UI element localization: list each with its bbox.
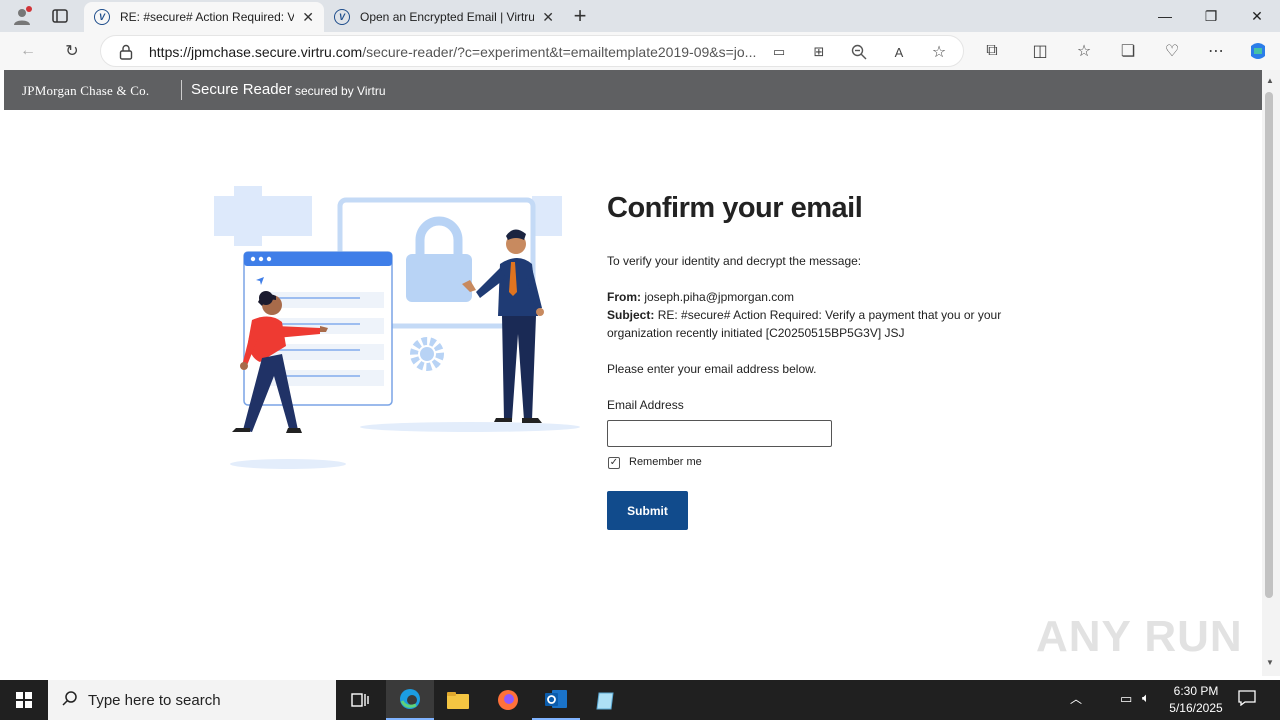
apps-icon[interactable]: ⊞ <box>807 40 831 64</box>
clock-date: 5/16/2025 <box>1169 701 1223 715</box>
brand-header: JPMorgan Chase & Co. Secure Reader secur… <box>4 70 1262 110</box>
secure-reader-title: Secure Reader <box>191 81 292 98</box>
browser-title-bar: V RE: #secure# Action Required: Ve ✕ V O… <box>0 0 1280 32</box>
jpmorgan-logo: JPMorgan Chase & Co. <box>22 83 150 98</box>
search-icon <box>62 690 78 710</box>
show-hidden-icons[interactable]: ︿ <box>1070 690 1082 707</box>
submit-button[interactable]: Submit <box>607 491 688 530</box>
minimize-button[interactable]: — <box>1142 0 1188 32</box>
search-placeholder: Type here to search <box>88 691 221 709</box>
windows-start-icon[interactable] <box>0 680 48 720</box>
anyrun-watermark: ANY RUN <box>1036 612 1243 661</box>
prompt-text: Please enter your email address below. <box>607 362 817 376</box>
lock-icon[interactable] <box>119 44 133 60</box>
refresh-icon[interactable]: ↻ <box>60 39 84 63</box>
extensions-icon[interactable]: ⧉ <box>980 39 1004 63</box>
clock-time: 6:30 PM <box>1173 684 1219 698</box>
tab-title: RE: #secure# Action Required: Ve <box>120 10 295 24</box>
favorites-icon[interactable]: ☆ <box>1072 39 1096 63</box>
read-aloud-icon[interactable]: A <box>887 40 911 64</box>
scroll-down-icon[interactable]: ▼ <box>1266 658 1274 667</box>
tab-open-encrypted-email[interactable]: V Open an Encrypted Email | Virtru ✕ <box>324 2 564 32</box>
collections-icon[interactable]: ❏ <box>1116 39 1140 63</box>
url-path: /secure-reader/?c=experiment&t=emailtemp… <box>362 44 757 60</box>
new-tab-icon[interactable]: + <box>568 4 592 28</box>
from-value: joseph.piha@jpmorgan.com <box>644 290 794 304</box>
back-icon[interactable]: ← <box>16 39 40 63</box>
tab-actions-icon[interactable] <box>52 8 68 24</box>
file-explorer-icon[interactable] <box>434 680 482 720</box>
network-icon[interactable]: ▭ <box>1120 691 1132 707</box>
remember-me-label: Remember me <box>629 456 702 468</box>
page-title: Confirm your email <box>607 192 863 224</box>
tab-secure-message[interactable]: V RE: #secure# Action Required: Ve ✕ <box>84 2 324 32</box>
edge-taskbar-icon[interactable] <box>386 680 434 720</box>
close-window-button[interactable]: ✕ <box>1234 0 1280 32</box>
intro-text: To verify your identity and decrypt the … <box>607 254 862 268</box>
address-bar[interactable]: https://jpmchase.secure.virtru.com/secur… <box>100 35 964 67</box>
secured-by-virtru: secured by Virtru <box>295 84 386 98</box>
devices-icon[interactable]: ▭ <box>767 40 791 64</box>
notification-icon[interactable] <box>1238 690 1256 707</box>
windows-taskbar: Type here to search ︿ ▭ 🔈︎ 6:30 PM 5/16/… <box>0 680 1280 720</box>
firefox-icon[interactable] <box>484 680 532 720</box>
scrollbar-thumb[interactable] <box>1265 92 1273 598</box>
subject-label: Subject: <box>607 308 655 322</box>
virtru-favicon-icon: V <box>334 9 350 25</box>
tab-title: Open an Encrypted Email | Virtru <box>360 10 535 24</box>
profile-icon[interactable] <box>12 6 32 26</box>
taskbar-search-box[interactable]: Type here to search <box>48 680 336 720</box>
notepad-icon[interactable] <box>582 680 630 720</box>
header-divider <box>181 80 182 100</box>
performance-icon[interactable]: ♡ <box>1160 39 1184 63</box>
restore-button[interactable]: ❐ <box>1188 0 1234 32</box>
volume-icon[interactable]: 🔈︎ <box>1142 690 1150 706</box>
more-menu-icon[interactable]: ⋯ <box>1204 39 1228 63</box>
system-clock[interactable]: 6:30 PM 5/16/2025 <box>1160 683 1232 717</box>
close-tab-icon[interactable]: ✕ <box>542 9 554 26</box>
task-view-icon[interactable] <box>336 680 384 720</box>
outlook-icon[interactable] <box>532 680 580 720</box>
email-address-label: Email Address <box>607 398 684 412</box>
scroll-up-icon[interactable]: ▲ <box>1266 76 1274 85</box>
page-viewport: JPMorgan Chase & Co. Secure Reader secur… <box>4 70 1262 676</box>
url-host: https://jpmchase.secure.virtru.com <box>149 44 363 60</box>
from-label: From: <box>607 290 641 304</box>
url-text[interactable]: https://jpmchase.secure.virtru.com/secur… <box>149 44 759 60</box>
from-line: From: joseph.piha@jpmorgan.com <box>607 288 1027 306</box>
split-screen-icon[interactable]: ◫ <box>1028 39 1052 63</box>
browser-toolbar: ← ↻ https://jpmchase.secure.virtru.com/s… <box>0 32 1280 70</box>
copilot-icon[interactable] <box>1246 39 1270 63</box>
virtru-favicon-icon: V <box>94 9 110 25</box>
illustration <box>214 186 580 469</box>
remember-me-checkbox[interactable]: ✓ <box>608 457 620 469</box>
favorite-star-icon[interactable]: ☆ <box>927 40 951 64</box>
close-tab-icon[interactable]: ✕ <box>302 9 314 26</box>
subject-line: Subject: RE: #secure# Action Required: V… <box>607 306 1027 342</box>
subject-value: RE: #secure# Action Required: Verify a p… <box>607 308 1002 340</box>
email-address-input[interactable] <box>607 420 832 447</box>
zoom-icon[interactable] <box>847 40 871 64</box>
